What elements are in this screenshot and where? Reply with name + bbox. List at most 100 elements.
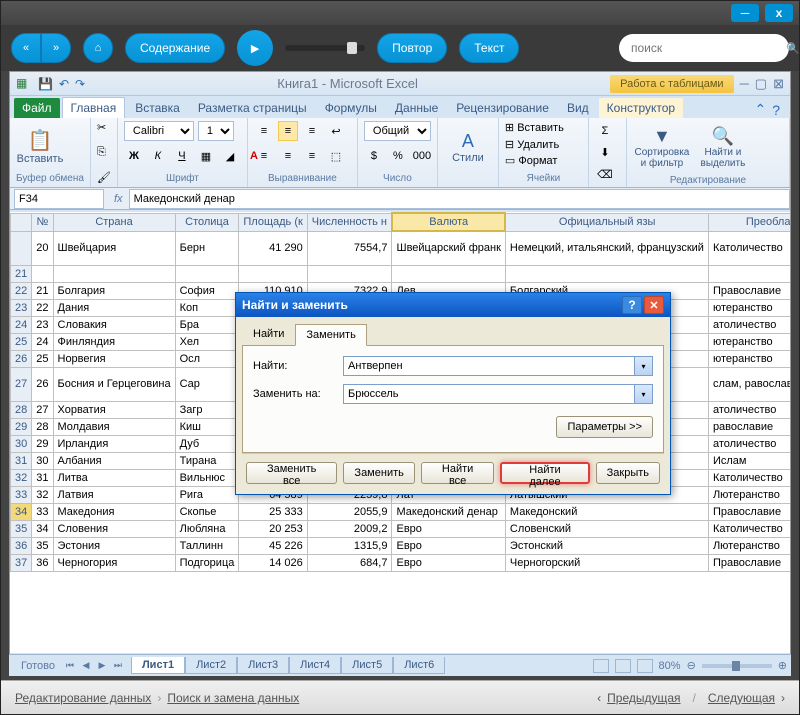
sheet-nav-last-icon[interactable]: ⏭ xyxy=(111,659,125,673)
minimize-ribbon-icon[interactable]: ⌃ xyxy=(754,101,766,118)
cell[interactable] xyxy=(53,265,175,282)
find-input[interactable] xyxy=(343,356,635,376)
cell[interactable]: Босния и Герцеговина xyxy=(53,367,175,401)
breadcrumb-l2[interactable]: Поиск и замена данных xyxy=(167,691,299,705)
options-button[interactable]: Параметры >> xyxy=(556,416,653,438)
fx-button[interactable]: fx xyxy=(108,193,129,205)
replace-dropdown-icon[interactable]: ▾ xyxy=(635,384,653,404)
progress-slider[interactable] xyxy=(285,45,365,51)
border-icon[interactable]: ▦ xyxy=(196,146,216,166)
cell[interactable]: Православие xyxy=(708,554,790,571)
cell[interactable]: 684,7 xyxy=(307,554,392,571)
sheet-tab[interactable]: Лист2 xyxy=(185,657,237,674)
sheet-tab[interactable]: Лист1 xyxy=(131,657,185,674)
cell[interactable]: Эстонский xyxy=(505,537,708,554)
cell[interactable]: 25 333 xyxy=(239,503,307,520)
cell[interactable]: 33 xyxy=(32,503,53,520)
cell[interactable]: Македонский денар xyxy=(392,503,505,520)
redo-icon[interactable]: ↷ xyxy=(75,77,85,91)
cell[interactable]: атоличество xyxy=(708,316,790,333)
sheet-tab[interactable]: Лист4 xyxy=(289,657,341,674)
cell[interactable]: Швейцарский франк xyxy=(392,231,505,265)
formula-input[interactable]: Македонский денар xyxy=(129,189,790,209)
row-header[interactable]: 27 xyxy=(11,367,32,401)
table-row[interactable]: 3534СловенияЛюбляна20 2532009,2ЕвроСлове… xyxy=(11,520,791,537)
align-center-icon[interactable]: ≡ xyxy=(278,146,298,166)
nav-next-button[interactable]: » xyxy=(41,33,71,63)
row-header[interactable]: 22 xyxy=(11,282,32,299)
cell[interactable]: Лютеранство xyxy=(708,486,790,503)
cell[interactable]: слам, равославие, атоличество xyxy=(708,367,790,401)
row-header[interactable]: 36 xyxy=(11,537,32,554)
cell[interactable]: Любляна xyxy=(175,520,239,537)
tab-home[interactable]: Главная xyxy=(62,97,126,118)
tab-insert[interactable]: Вставка xyxy=(127,98,188,118)
doc-close-icon[interactable]: ⊠ xyxy=(773,76,784,92)
cell[interactable]: 28 xyxy=(32,418,53,435)
tab-review[interactable]: Рецензирование xyxy=(448,98,557,118)
row-header[interactable]: 30 xyxy=(11,435,32,452)
percent-icon[interactable]: % xyxy=(388,146,408,166)
cell[interactable]: 29 xyxy=(32,435,53,452)
cell[interactable] xyxy=(392,265,505,282)
tab-replace[interactable]: Заменить xyxy=(295,324,366,346)
cell[interactable]: ютеранство xyxy=(708,350,790,367)
undo-icon[interactable]: ↶ xyxy=(59,77,69,91)
cell[interactable]: Хел xyxy=(175,333,239,350)
align-middle-icon[interactable]: ≡ xyxy=(278,121,298,141)
cell[interactable]: Черногорский xyxy=(505,554,708,571)
cell[interactable]: Эстония xyxy=(53,537,175,554)
table-row[interactable]: 20ШвейцарияБерн41 2907554,7Швейцарский ф… xyxy=(11,231,791,265)
cell[interactable]: 36 xyxy=(32,554,53,571)
sheet-nav-prev-icon[interactable]: ◀ xyxy=(79,659,93,673)
name-box[interactable]: F34 xyxy=(14,189,104,209)
repeat-button[interactable]: Повтор xyxy=(377,33,447,63)
cell[interactable]: Болгария xyxy=(53,282,175,299)
select-all-cell[interactable] xyxy=(11,213,32,231)
cell[interactable]: Немецкий, итальянский, французский xyxy=(505,231,708,265)
table-row[interactable]: 3433МакедонияСкопье25 3332055,9Македонск… xyxy=(11,503,791,520)
find-select-button[interactable]: 🔍 Найти и выделить xyxy=(695,121,751,173)
cell[interactable]: ютеранство xyxy=(708,333,790,350)
format-cells-button[interactable]: ▭ Формат xyxy=(505,154,558,167)
cell[interactable]: 45 226 xyxy=(239,537,307,554)
row-header[interactable]: 24 xyxy=(11,316,32,333)
nav-prev-button[interactable]: « xyxy=(11,33,41,63)
close-dialog-button[interactable]: Закрыть xyxy=(596,462,660,484)
minimize-button[interactable]: ─ xyxy=(731,4,759,22)
cell[interactable]: 21 xyxy=(32,282,53,299)
row-header[interactable]: 26 xyxy=(11,350,32,367)
cell[interactable]: 24 xyxy=(32,333,53,350)
cell[interactable]: Православие xyxy=(708,282,790,299)
cell[interactable]: Киш xyxy=(175,418,239,435)
dialog-close-button[interactable]: ✕ xyxy=(644,296,664,314)
cell[interactable]: Молдавия xyxy=(53,418,175,435)
cell[interactable]: атоличество xyxy=(708,435,790,452)
help-icon[interactable]: ? xyxy=(772,102,780,118)
search-input[interactable] xyxy=(631,41,786,55)
clear-icon[interactable]: ⌫ xyxy=(595,164,615,184)
cell[interactable]: Словенский xyxy=(505,520,708,537)
tab-layout[interactable]: Разметка страницы xyxy=(190,98,315,118)
cell[interactable]: Евро xyxy=(392,520,505,537)
replace-input[interactable] xyxy=(343,384,635,404)
sheet-nav-first-icon[interactable]: ⏮ xyxy=(63,659,77,673)
row-header[interactable] xyxy=(11,231,32,265)
tab-find[interactable]: Найти xyxy=(242,323,295,345)
cell[interactable]: 35 xyxy=(32,537,53,554)
cell[interactable]: 2009,2 xyxy=(307,520,392,537)
replace-button[interactable]: Заменить xyxy=(343,462,414,484)
view-page-break-icon[interactable] xyxy=(637,659,653,673)
search-box[interactable]: 🔍 xyxy=(619,34,789,62)
tab-view[interactable]: Вид xyxy=(559,98,597,118)
find-all-button[interactable]: Найти все xyxy=(421,462,495,484)
font-name-select[interactable]: Calibri xyxy=(124,121,194,141)
cell[interactable]: Черногория xyxy=(53,554,175,571)
save-icon[interactable]: 💾 xyxy=(38,77,53,91)
cell[interactable]: Лютеранство xyxy=(708,537,790,554)
row-header[interactable]: 37 xyxy=(11,554,32,571)
cell[interactable]: Македония xyxy=(53,503,175,520)
tab-constructor[interactable]: Конструктор xyxy=(599,98,683,118)
align-right-icon[interactable]: ≡ xyxy=(302,146,322,166)
cell[interactable]: Рига xyxy=(175,486,239,503)
